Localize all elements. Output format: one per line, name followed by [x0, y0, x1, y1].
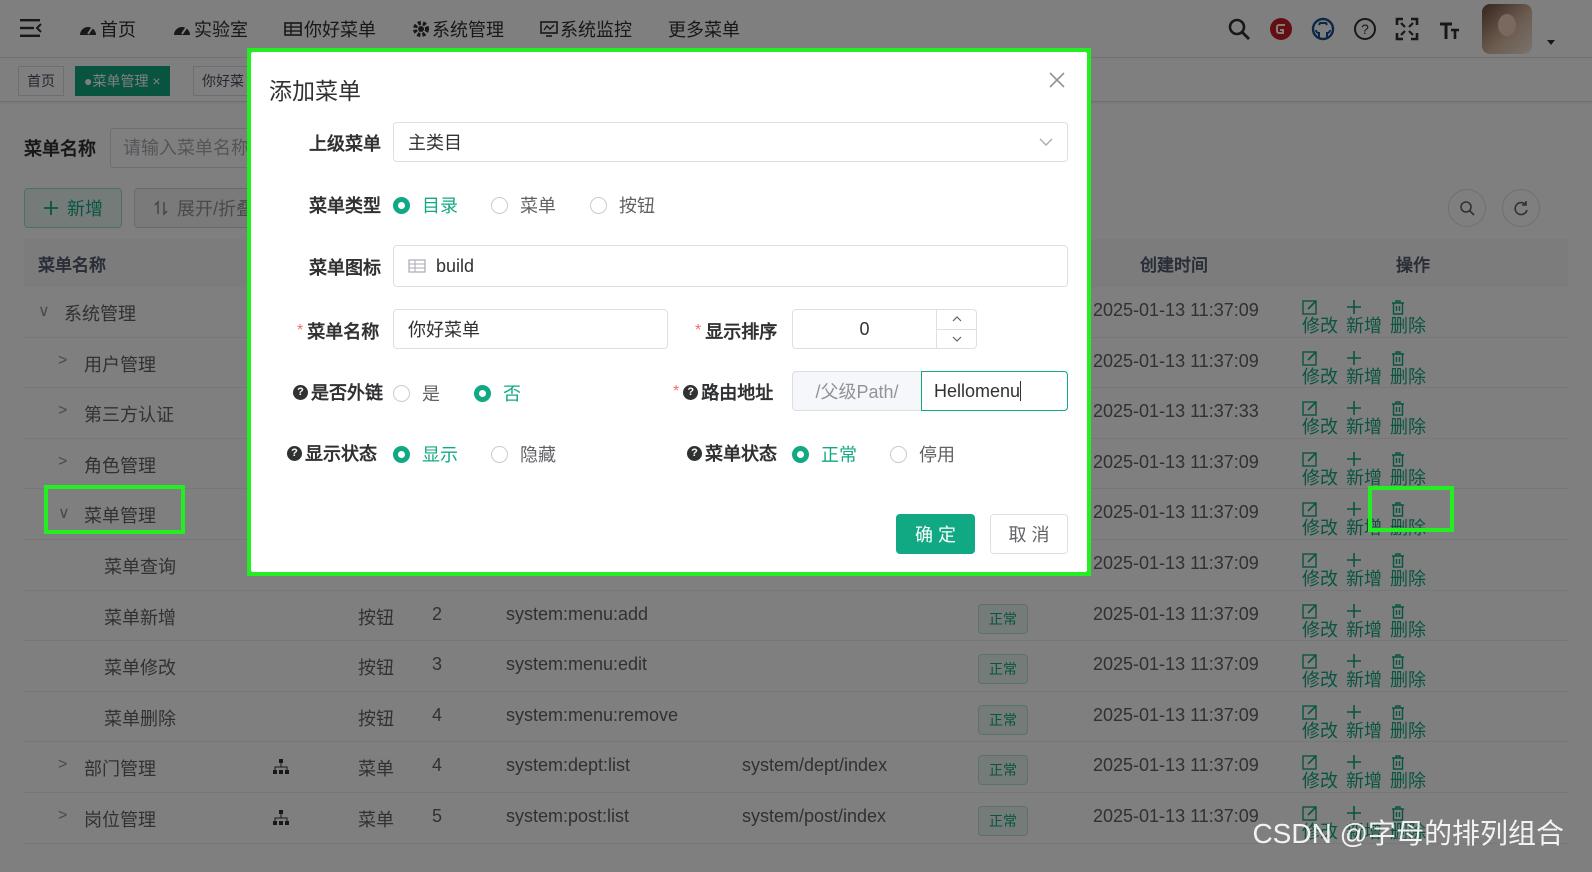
radio-label: 是 [422, 384, 440, 404]
label-text: 显示排序 [705, 322, 778, 342]
display-order-stepper[interactable]: 0 [792, 309, 977, 349]
highlight-add-action [1368, 486, 1454, 532]
radio-label: 菜单 [520, 196, 556, 216]
visible-label: ? 显示状态 [287, 440, 377, 466]
menu-status-label: ? 菜单状态 [687, 440, 777, 466]
menu-name-label: * 菜单名称 [297, 318, 379, 344]
app-root: 首页 实验室 你好菜单 系统管理 系统监控 更多菜单 ? 首页 ●菜单管理 × … [0, 0, 1592, 872]
radio-label: 否 [503, 384, 521, 404]
build-icon [408, 259, 426, 273]
question-icon[interactable]: ? [683, 384, 699, 400]
confirm-button[interactable]: 确 定 [896, 514, 975, 554]
highlight-menu-manage [44, 485, 185, 534]
required-mark: * [297, 322, 304, 339]
radio-visible-show[interactable]: 显示 [393, 441, 458, 467]
route-prefix-text: /父级Path/ [815, 382, 899, 402]
label-text: 是否外链 [311, 383, 383, 403]
close-icon[interactable] [1047, 70, 1067, 90]
display-order-label: * 显示排序 [695, 318, 777, 344]
parent-menu-select[interactable]: 主类目 [393, 122, 1068, 162]
label-text: 路由地址 [701, 383, 774, 403]
radio-label: 正常 [821, 445, 857, 465]
radio-label: 按钮 [619, 196, 655, 216]
route-path-value: Hellomenu [934, 380, 1021, 401]
chevron-down-icon [1039, 138, 1053, 146]
label-text: 菜单类型 [309, 196, 381, 216]
cancel-button[interactable]: 取 消 [990, 514, 1068, 554]
route-path-input[interactable]: Hellomenu [921, 371, 1068, 411]
menu-icon-value: build [436, 255, 475, 276]
label-text: 菜单状态 [705, 444, 777, 464]
route-path-label: *? 路由地址 [673, 379, 773, 405]
radio-label: 显示 [422, 445, 458, 465]
route-prefix: /父级Path/ [792, 371, 922, 411]
external-link-label: ? 是否外链 [293, 379, 383, 405]
add-menu-dialog: 添加菜单 上级菜单 主类目 菜单类型 目录 菜单 按钮 菜单图标 build *… [251, 52, 1087, 572]
label-text: 显示状态 [305, 444, 377, 464]
radio-type-directory[interactable]: 目录 [393, 192, 458, 218]
question-icon[interactable]: ? [287, 445, 302, 461]
decrease-button[interactable] [937, 330, 976, 349]
required-mark: * [695, 322, 702, 339]
radio-status-normal[interactable]: 正常 [792, 441, 857, 467]
radio-visible-hide[interactable]: 隐藏 [491, 441, 556, 467]
label-text: 上级菜单 [309, 134, 381, 154]
menu-type-label: 菜单类型 [309, 192, 381, 218]
watermark: CSDN @字母的排列组合 [1252, 818, 1564, 849]
text-cursor [1020, 381, 1022, 401]
label-text: 菜单图标 [309, 258, 381, 278]
radio-external-yes[interactable]: 是 [393, 380, 440, 406]
radio-type-button[interactable]: 按钮 [590, 192, 655, 218]
radio-status-disabled[interactable]: 停用 [890, 441, 955, 467]
radio-type-menu[interactable]: 菜单 [491, 192, 556, 218]
required-mark: * [673, 383, 680, 400]
parent-menu-label: 上级菜单 [309, 130, 381, 156]
radio-label: 目录 [422, 196, 458, 216]
stepper-controls [936, 310, 976, 348]
question-icon[interactable]: ? [293, 384, 308, 400]
parent-menu-value: 主类目 [408, 133, 462, 153]
menu-icon-label: 菜单图标 [309, 254, 381, 280]
radio-label: 隐藏 [520, 445, 556, 465]
display-order-value: 0 [859, 318, 870, 339]
radio-external-no[interactable]: 否 [474, 380, 521, 406]
increase-button[interactable] [937, 310, 976, 330]
dialog-title: 添加菜单 [269, 78, 361, 104]
label-text: 菜单名称 [307, 322, 380, 342]
menu-name-input[interactable]: 你好菜单 [393, 309, 668, 349]
chevron-up-icon [952, 316, 961, 322]
question-icon[interactable]: ? [687, 445, 702, 461]
radio-label: 停用 [919, 445, 955, 465]
chevron-down-icon [952, 336, 961, 342]
menu-icon-input[interactable]: build [393, 245, 1068, 287]
menu-name-value: 你好菜单 [408, 320, 480, 340]
